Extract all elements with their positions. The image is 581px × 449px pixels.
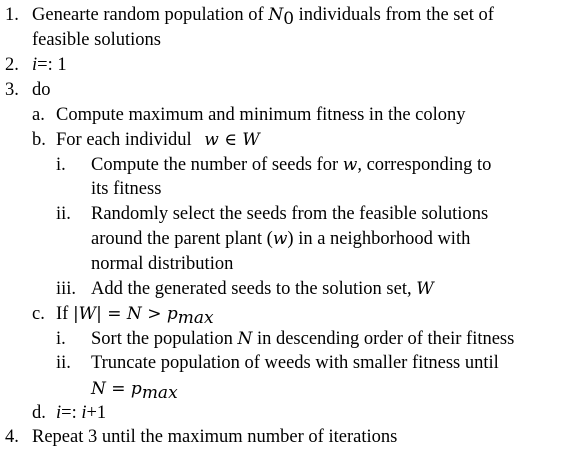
- step-3a-text: Compute maximum and minimum fitness in t…: [56, 105, 466, 125]
- step-3b-text: For each individul w ∈ W: [56, 128, 260, 152]
- step-3c-text-a: If: [56, 304, 73, 324]
- step-3c-number: c.: [32, 304, 45, 324]
- step-3b-math-in: ∈: [218, 130, 243, 150]
- step-4-number: 4.: [5, 427, 19, 447]
- step-4-text: Repeat 3 until the maximum number of ite…: [32, 427, 398, 447]
- step-3c-i-text-a: Sort the population: [91, 329, 238, 349]
- step-3c-ii-cont-sub: max: [141, 383, 178, 403]
- step-3b-i-text-a: Compute the number of seeds for: [91, 155, 343, 175]
- algorithm-document: 1. Genearte random population of N0 indi…: [0, 0, 581, 448]
- step-3b-i-math: w: [342, 155, 358, 175]
- step-3d-assign: =:: [61, 403, 82, 423]
- step-3b-text-a: For each individul: [56, 130, 197, 150]
- step-3b-iii-text: Add the generated seeds to the solution …: [91, 277, 434, 301]
- step-3b-number: b.: [32, 130, 46, 150]
- step-3b-ii-number: ii.: [56, 204, 71, 224]
- step-3c-i-number: i.: [56, 329, 66, 349]
- step-2-text: i=: 1: [32, 53, 67, 77]
- step-3c-math: |W| = N > p: [72, 304, 178, 324]
- step-3a-number: a.: [32, 105, 45, 125]
- step-3c-ii-text: Truncate population of weeds with smalle…: [91, 353, 499, 373]
- step-3b-ii-text: Randomly select the seeds from the feasi…: [91, 204, 489, 224]
- step-3b-ii-continuation-2: normal distribution: [91, 254, 234, 274]
- step-3b-math-w: w: [204, 130, 219, 150]
- step-3b-ii-cont1-a: around the parent plant (: [91, 229, 273, 249]
- step-1-text-b: individuals from the set of: [294, 5, 494, 25]
- step-1-text-a: Genearte random population of: [32, 5, 269, 25]
- step-3b-ii-cont1-b: ) in a neighborhood with: [287, 229, 471, 249]
- step-3b-ii-cont1-math: w: [272, 229, 288, 249]
- step-3b-iii-number: iii.: [56, 279, 77, 299]
- step-1-var-n: N: [268, 5, 284, 25]
- step-2-assign: =: 1: [37, 55, 67, 75]
- step-3b-iii-math: W: [416, 279, 434, 299]
- step-3c-i-text-b: in descending order of their fitness: [252, 329, 515, 349]
- step-3d-text: i=: i+1: [56, 401, 106, 425]
- step-1-number: 1.: [5, 5, 19, 25]
- step-3b-ii-continuation-1: around the parent plant (w) in a neighbo…: [91, 227, 470, 251]
- step-3b-i-continuation: its fitness: [91, 179, 162, 199]
- step-3c-math-sub: max: [177, 308, 214, 328]
- step-3b-i-text: Compute the number of seeds for w, corre…: [91, 153, 491, 177]
- step-2-number: 2.: [5, 55, 19, 75]
- step-3-number: 3.: [5, 80, 19, 100]
- step-3c-i-math: N: [237, 329, 253, 349]
- step-1-var-sub: 0: [283, 9, 295, 29]
- step-3b-iii-text-a: Add the generated seeds to the solution …: [91, 279, 417, 299]
- step-1-continuation: feasible solutions: [32, 30, 161, 50]
- step-3b-i-number: i.: [56, 155, 66, 175]
- step-3b-i-text-b: , corresponding to: [357, 155, 492, 175]
- step-3c-ii-continuation: N = pmax: [91, 377, 178, 403]
- step-3-text: do: [32, 80, 51, 100]
- step-3c-text: If |W| = N > pmax: [56, 302, 214, 328]
- step-3c-ii-cont-math: N = p: [91, 379, 142, 399]
- step-3b-math-W: W: [242, 130, 260, 150]
- step-3c-ii-number: ii.: [56, 353, 71, 373]
- step-3d-increment: +1: [86, 403, 107, 423]
- step-3c-i-text: Sort the population N in descending orde…: [91, 327, 514, 351]
- step-3d-number: d.: [32, 403, 46, 423]
- step-1-text: Genearte random population of N0 individ…: [32, 3, 494, 29]
